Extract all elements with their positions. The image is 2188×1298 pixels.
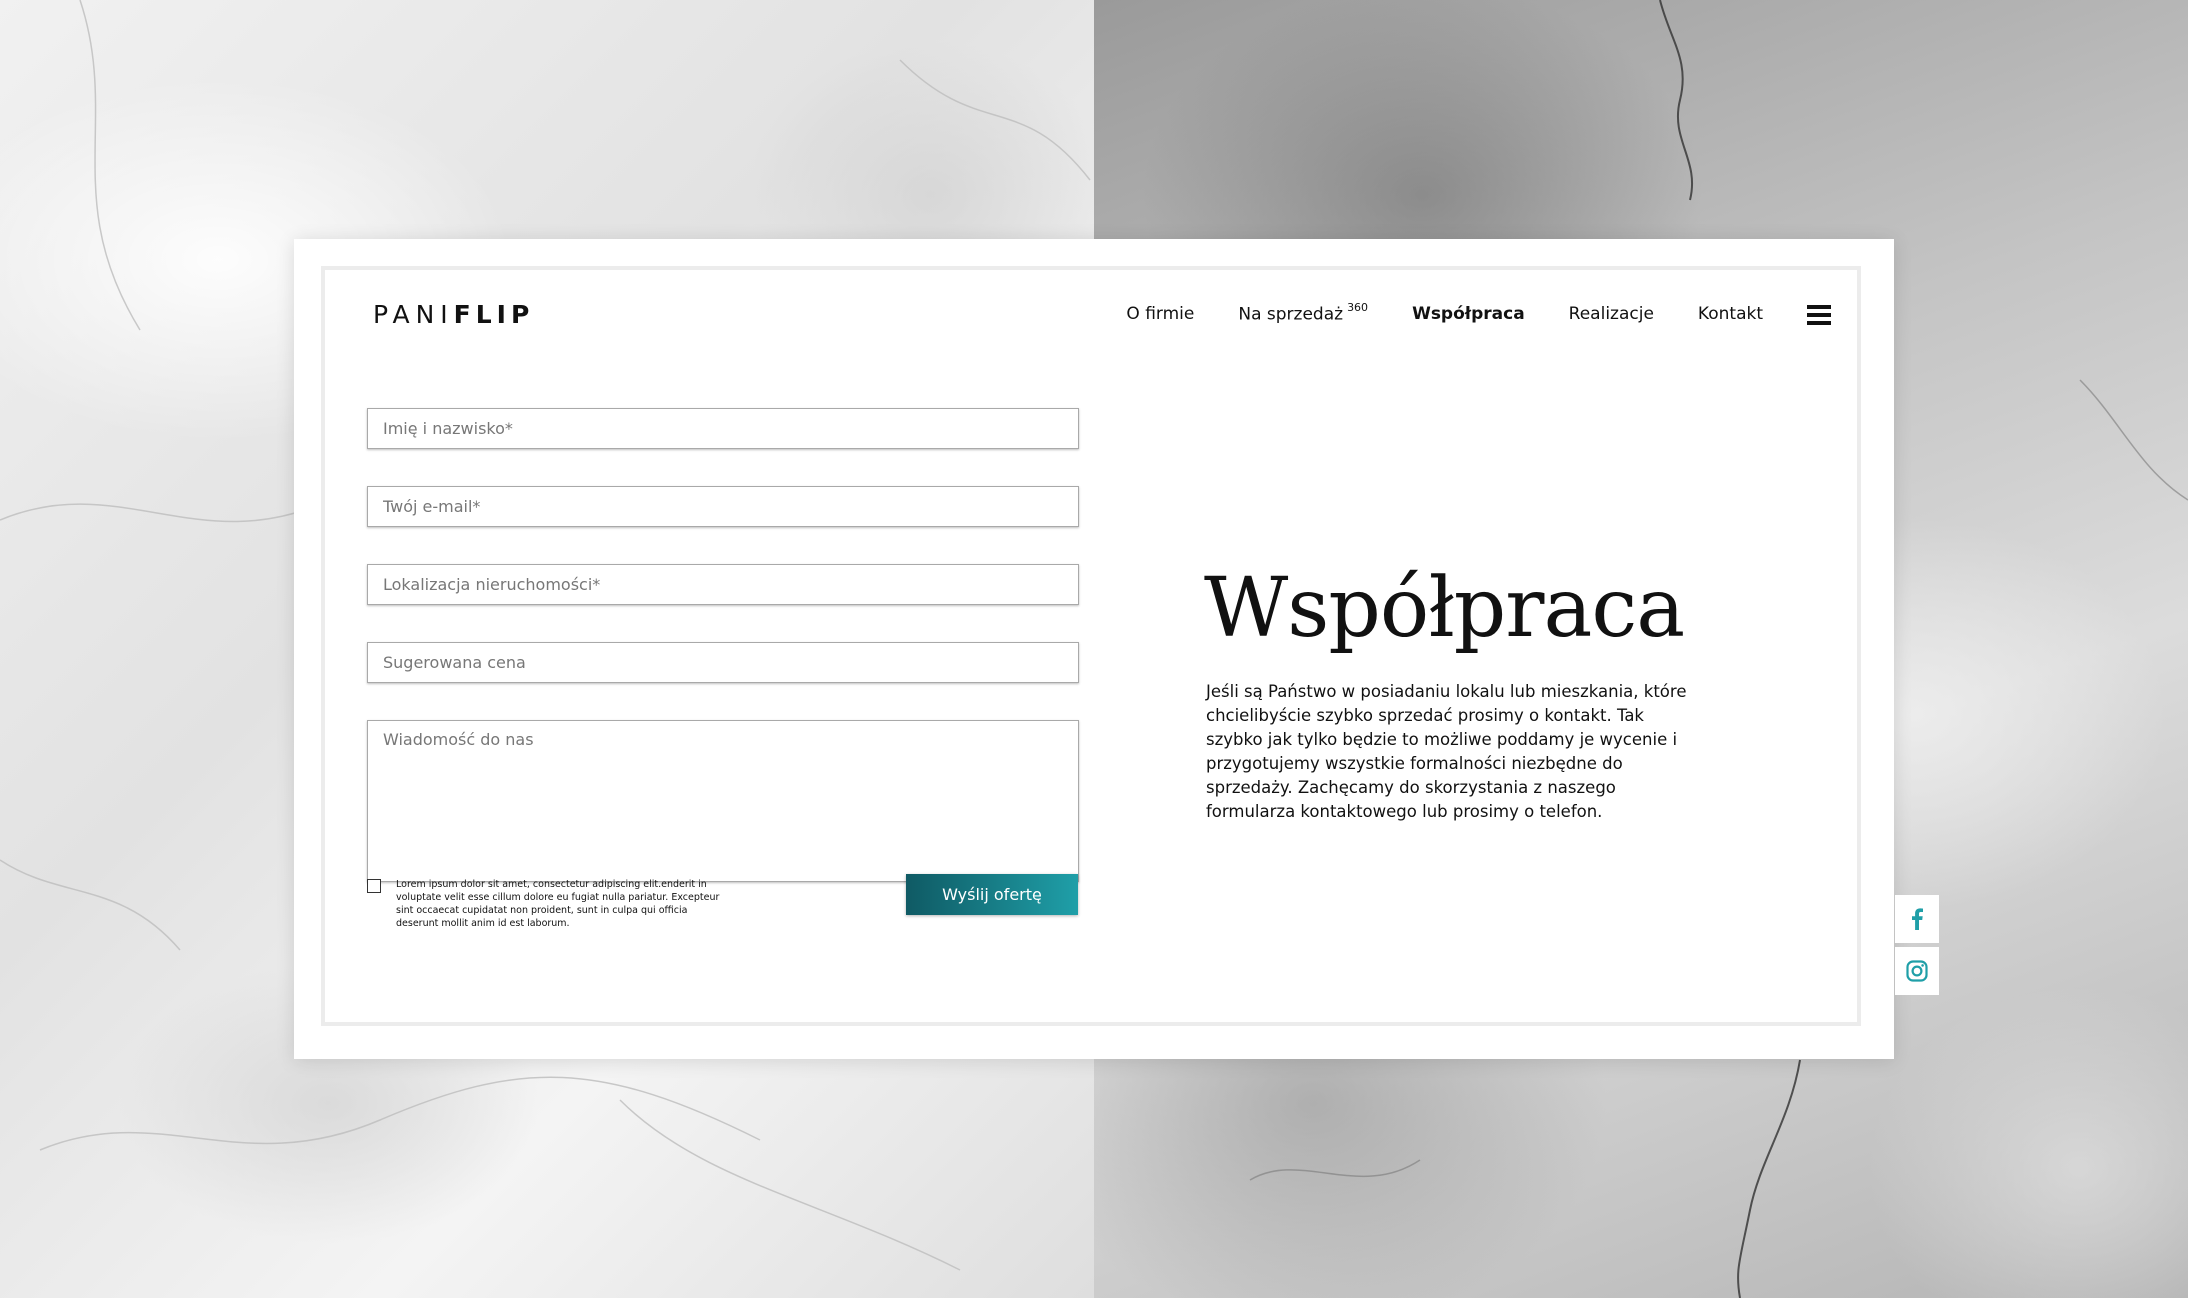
nav-item-label: Kontakt [1697, 303, 1763, 324]
content-card: PANI FLIP O firmie Na sprzedaż 360 Współp… [294, 239, 1894, 1059]
location-input[interactable] [367, 564, 1079, 605]
instagram-link[interactable] [1895, 947, 1939, 995]
page: PANI FLIP O firmie Na sprzedaż 360 Współp… [0, 0, 2188, 1298]
consent-text: Lorem ipsum dolor sit amet, consectetur … [396, 879, 720, 929]
hamburger-menu-icon[interactable] [1807, 305, 1831, 325]
nav-item-wspolpraca[interactable]: Współpraca [1412, 304, 1525, 324]
nav-item-label: Na sprzedaż [1238, 304, 1344, 325]
nav-item-realizacje[interactable]: Realizacje [1569, 304, 1654, 324]
facebook-link[interactable] [1895, 895, 1939, 943]
consent-checkbox[interactable] [367, 879, 381, 893]
logo-part-light: PANI [373, 299, 454, 329]
nav-item-label: O firmie [1126, 303, 1195, 324]
nav-item-label: Współpraca [1412, 303, 1525, 324]
main-nav: O firmie Na sprzedaż 360 Współpraca Reali… [1126, 301, 1763, 325]
email-input[interactable] [367, 486, 1079, 527]
intro-paragraph: Jeśli są Państwo w posiadaniu lokalu lub… [1206, 682, 1687, 821]
price-input[interactable] [367, 642, 1079, 683]
facebook-icon [1912, 908, 1923, 930]
page-title: Współpraca [1204, 561, 1685, 656]
nav-item-o-firmie[interactable]: O firmie [1126, 304, 1194, 324]
name-input[interactable] [367, 408, 1079, 449]
message-textarea[interactable] [367, 720, 1079, 882]
submit-offer-button[interactable]: Wyślij ofertę [906, 874, 1078, 915]
nav-item-na-sprzedaz[interactable]: Na sprzedaż 360 [1238, 301, 1369, 325]
nav-item-label: Realizacje [1568, 303, 1654, 324]
nav-item-kontakt[interactable]: Kontakt [1698, 304, 1763, 324]
logo-part-bold: FLIP [453, 299, 535, 329]
nav-item-superscript: 360 [1347, 301, 1369, 314]
logo[interactable]: PANI FLIP [373, 299, 535, 329]
instagram-icon [1906, 960, 1928, 982]
